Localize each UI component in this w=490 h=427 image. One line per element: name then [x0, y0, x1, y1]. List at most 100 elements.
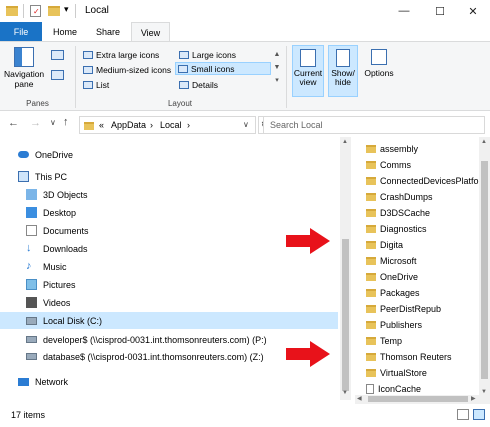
nav-database-share[interactable]: database$ (\\cisprod-0031.int.thomsonreu… — [26, 348, 264, 365]
files-hscroll-thumb[interactable] — [368, 396, 468, 402]
search-input[interactable]: Search Local — [263, 116, 485, 134]
nav-scrollbar[interactable]: ▲ ▼ — [340, 137, 351, 400]
file-name: Digita — [380, 239, 404, 250]
file-name: Diagnostics — [380, 223, 427, 234]
details-view-icon[interactable] — [457, 409, 469, 420]
scroll-up-icon[interactable]: ▲ — [481, 139, 487, 145]
breadcrumb-local[interactable]: Local — [160, 120, 182, 130]
list-item[interactable]: OneDrive — [366, 269, 418, 284]
nav-music[interactable]: ♪ Music — [26, 258, 67, 275]
list-item[interactable]: PeerDistRepub — [366, 301, 441, 316]
scroll-right-icon[interactable]: ▶ — [471, 395, 476, 402]
list-item[interactable]: Comms — [366, 157, 411, 172]
maximize-button[interactable]: ☐ — [423, 0, 457, 22]
layout-small-icons[interactable]: Small icons — [175, 62, 271, 75]
list-item[interactable]: Diagnostics — [366, 221, 427, 236]
layout-extra-large-icons[interactable]: Extra large icons — [81, 48, 161, 61]
address-history-chevron-icon[interactable]: ∨ — [243, 120, 249, 129]
forward-icon[interactable]: → — [30, 117, 41, 129]
tab-file[interactable]: File — [0, 22, 42, 41]
nav-network[interactable]: Network — [18, 373, 68, 390]
folder-icon — [366, 320, 376, 329]
folder-icon — [366, 272, 376, 281]
scroll-up-icon[interactable]: ▲ — [342, 139, 348, 145]
scroll-down-icon[interactable]: ▼ — [342, 390, 348, 396]
show-hide-button[interactable]: Show/ hide — [328, 45, 358, 97]
list-item[interactable]: Thomson Reuters — [366, 349, 452, 364]
file-name: Packages — [380, 287, 420, 298]
list-item[interactable]: Packages — [366, 285, 420, 300]
list-item[interactable]: assembly — [366, 141, 418, 156]
list-item[interactable]: Digita — [366, 237, 403, 252]
address-bar[interactable]: « AppData › Local › — [79, 116, 256, 134]
list-item[interactable]: IconCache — [366, 381, 421, 396]
breadcrumb-appdata[interactable]: AppData — [111, 120, 146, 130]
files-horizontal-scrollbar[interactable]: ◀ ▶ — [355, 395, 490, 404]
quick-access-dropdown-icon[interactable]: ▾ — [64, 4, 69, 15]
list-item[interactable]: Microsoft — [366, 253, 417, 268]
layout-item-label: Details — [192, 79, 218, 90]
layout-item-label: Extra large icons — [96, 49, 160, 60]
nav-pictures[interactable]: Pictures — [26, 276, 76, 293]
files-vertical-scrollbar[interactable]: ▲ ▼ — [479, 137, 490, 400]
breadcrumb-separator[interactable]: › — [150, 120, 153, 130]
layout-item-label: Large icons — [192, 49, 236, 60]
list-item[interactable]: ConnectedDevicesPlatfo — [366, 173, 479, 188]
nav-downloads[interactable]: ↓ Downloads — [26, 240, 88, 257]
options-label: Options — [364, 68, 394, 78]
nav-documents[interactable]: Documents — [26, 222, 89, 239]
red-arrow-icon — [286, 341, 330, 367]
nav-videos[interactable]: Videos — [26, 294, 70, 311]
nav-this-pc[interactable]: This PC — [18, 168, 67, 185]
properties-icon[interactable]: ✓ — [30, 5, 41, 17]
list-item[interactable]: D3DSCache — [366, 205, 430, 220]
layout-details[interactable]: Details — [177, 78, 220, 91]
network-icon — [18, 377, 29, 386]
layout-item-label: Medium-sized icons — [96, 64, 172, 75]
breadcrumb-separator[interactable]: › — [187, 120, 190, 130]
file-name: Comms — [380, 159, 411, 170]
current-view-button[interactable]: Current view — [292, 45, 324, 97]
layout-gallery-scroll[interactable]: ▲ ▼ ▾ — [272, 48, 282, 92]
breadcrumb-overflow[interactable]: « — [99, 120, 104, 130]
layout-list[interactable]: List — [81, 78, 111, 91]
list-item[interactable]: Temp — [366, 333, 402, 348]
tab-view[interactable]: View — [131, 22, 170, 42]
nav-desktop[interactable]: Desktop — [26, 204, 76, 221]
nav-local-disk[interactable]: Local Disk (C:) — [26, 312, 102, 329]
nav-label: Music — [43, 261, 67, 272]
tab-home[interactable]: Home — [44, 22, 86, 41]
preview-pane-icon[interactable] — [51, 50, 64, 60]
large-icons-view-icon[interactable] — [473, 409, 485, 420]
minimize-button[interactable]: — — [387, 0, 421, 22]
list-item[interactable]: CrashDumps — [366, 189, 433, 204]
back-icon[interactable]: ← — [8, 117, 19, 129]
list-item[interactable]: Publishers — [366, 317, 422, 332]
files-scroll-thumb[interactable] — [481, 161, 488, 379]
status-bar: 17 items — [0, 404, 490, 427]
navigation-pane-button[interactable]: Navigation pane — [4, 47, 44, 95]
panes-group-label: Panes — [26, 99, 49, 108]
nav-label: Pictures — [43, 279, 76, 290]
close-button[interactable]: ✕ — [456, 0, 490, 22]
file-name: assembly — [380, 143, 419, 154]
up-icon[interactable]: ↑ — [63, 116, 69, 128]
options-button[interactable]: Options — [362, 45, 396, 97]
details-pane-icon[interactable] — [51, 70, 64, 80]
layout-large-icons[interactable]: Large icons — [177, 48, 238, 61]
nav-developer-share[interactable]: developer$ (\\cisprod-0031.int.thomsonre… — [26, 331, 267, 348]
folder-icon — [366, 288, 376, 297]
file-name: Microsoft — [380, 255, 417, 266]
nav-label: developer$ (\\cisprod-0031.int.thomsonre… — [43, 334, 267, 345]
recent-locations-icon[interactable]: ∨ — [50, 118, 56, 127]
nav-scroll-thumb[interactable] — [342, 239, 349, 391]
drive-icon — [26, 316, 37, 325]
file-name: IconCache — [378, 383, 422, 394]
scroll-left-icon[interactable]: ◀ — [357, 395, 362, 402]
layout-medium-icons[interactable]: Medium-sized icons — [81, 63, 173, 76]
nav-3d-objects[interactable]: 3D Objects — [26, 186, 88, 203]
nav-onedrive[interactable]: OneDrive — [18, 146, 73, 163]
list-item[interactable]: VirtualStore — [366, 365, 427, 380]
tab-share[interactable]: Share — [88, 22, 128, 41]
new-folder-icon[interactable] — [48, 6, 60, 16]
